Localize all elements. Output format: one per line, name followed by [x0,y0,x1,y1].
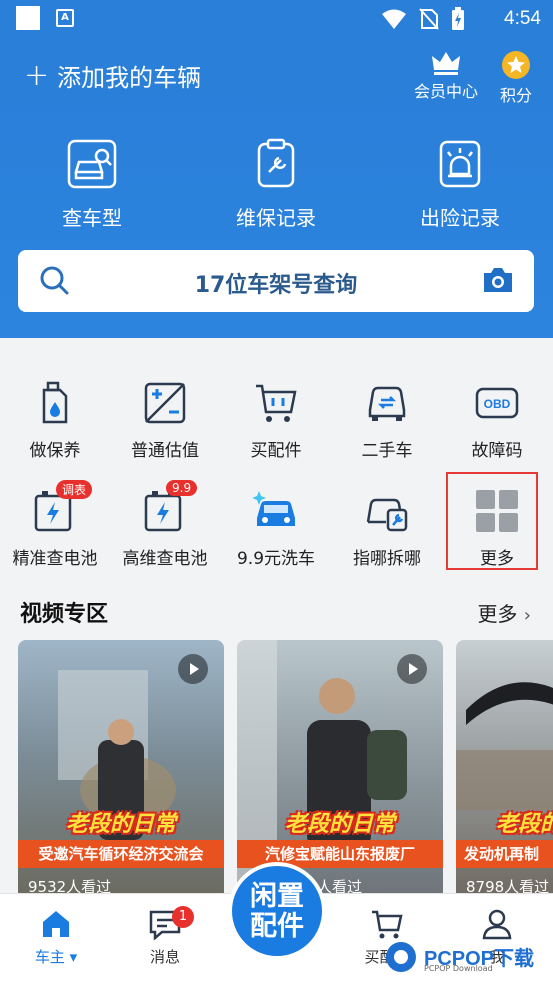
add-car-label: 添加我的车辆 [57,64,202,92]
grid-label: 普通估值 [131,441,199,461]
grid-label: 故障码 [471,441,523,461]
video-more-link[interactable]: 更多 › [477,598,531,627]
oil-can-icon [42,381,68,424]
grid-item-car-wash[interactable]: 9.9元洗车 [221,488,331,569]
obd-icon: OBD [475,387,519,419]
star-coin-icon [502,51,530,79]
play-icon [178,654,208,684]
grid-label: 高维查电池 [122,549,208,569]
grid-item-buy-parts[interactable]: 买配件 [221,380,331,461]
battery-icon-wrap: 9.9 [142,480,198,534]
video-subtitle: 发动机再制 [456,840,553,868]
obd-icon-text: OBD [484,397,511,411]
car-wash-icon [253,491,295,526]
add-car-button[interactable]: + 添加我的车辆 [24,58,201,93]
grid-item-disassembly[interactable]: 指哪拆哪 [332,488,442,569]
grid-item-fault-code[interactable]: OBD 故障码 [442,380,552,461]
grid-label: 二手车 [361,441,413,461]
video-section-title: 视频专区 [20,602,109,627]
points-button[interactable]: 积分 [500,50,532,106]
grid-item-valuation[interactable]: 普通估值 [110,380,220,461]
car-tool-icon [366,498,408,532]
accident-siren-icon [439,140,481,188]
wifi-icon [382,9,406,29]
idle-parts-button[interactable]: 闲置 配件 [228,862,326,960]
video-card[interactable]: 老段的日常 汽修宝赋能山东报废厂 人看过 [237,640,443,900]
video-overlay-title: 老段的日常 [284,812,395,837]
a-notification-icon: A [56,9,74,27]
used-car-icon [368,386,406,421]
vin-search-bar[interactable]: 17位车架号查询 [18,250,534,312]
grid-label: 做保养 [29,441,81,461]
check-car-model-label: 查车型 [62,206,122,230]
watermark: PCPOP下载 PCPOP Download [384,930,553,983]
video-overlay-title: 老段的日常 [65,812,176,837]
nav-home-label: 车主 ▾ [34,948,78,966]
nav-home[interactable]: 车主 ▾ [11,908,101,967]
chevron-right-icon: › [523,605,531,626]
grid-label: 买配件 [250,441,302,461]
more-highlight-box [446,472,538,570]
grid-item-used-car[interactable]: 二手车 [332,380,442,461]
grid-label: 9.9元洗车 [236,549,316,569]
video-more-label: 更多 [477,602,518,626]
badge-calibrate: 调表 [56,480,93,499]
video-subtitle: 受邀汽车循环经济交流会 [18,840,224,868]
maintenance-records-button[interactable]: 维保记录 [196,138,356,231]
member-center-label: 会员中心 [414,82,479,101]
play-icon [397,654,427,684]
nav-messages[interactable]: 1 消息 [120,906,210,967]
vin-search-text: 17位车架号查询 [194,273,358,298]
home-icon [43,911,69,937]
check-car-model-button[interactable]: 查车型 [12,138,172,231]
watermark-subtext: PCPOP Download [424,964,493,973]
video-card[interactable]: 老段的日常 受邀汽车循环经济交流会 9532人看过 [18,640,224,900]
service-grid: 做保养 普通估值 买配件 二手车 OBD 故障码 调表 精准查电池 9.9 高维… [0,338,553,578]
grid-item-battery-precise[interactable]: 调表 精准查电池 [0,480,110,569]
accident-records-button[interactable]: 出险记录 [380,138,540,231]
maintenance-clipboard-icon [257,138,295,188]
clock: 4:54 [504,8,541,29]
battery-charging-icon [452,7,464,30]
status-icons [381,6,465,32]
status-bar: A 4:54 [0,0,553,38]
notification-square-icon [16,6,40,30]
car-search-icon [67,139,117,189]
cart-icon [256,384,297,422]
points-label: 积分 [500,86,533,105]
maintenance-records-label: 维保记录 [236,206,316,230]
nav-messages-label: 消息 [149,948,180,966]
messages-badge: 1 [172,906,194,928]
grid-item-maintenance[interactable]: 做保养 [0,380,110,461]
grid-label: 精准查电池 [12,549,98,569]
camera-icon[interactable] [482,264,514,296]
badge-price: 9.9 [166,480,198,496]
valuation-icon [144,382,186,424]
battery-icon-wrap: 调表 [32,480,93,534]
idle-parts-line1: 闲置 [250,881,304,912]
grid-label: 指哪拆哪 [353,549,421,569]
accident-records-label: 出险记录 [420,206,500,230]
member-center-button[interactable]: 会员中心 [414,50,478,102]
crown-icon [432,52,460,75]
video-card[interactable]: 老段的日常 发动机再制 8798人看过 [456,640,553,900]
header-panel: + 添加我的车辆 会员中心 积分 查车型 维保记录 出险记录 17位车架号查询 [0,38,553,338]
no-sim-icon [419,8,439,30]
idle-parts-line2: 配件 [250,911,304,942]
plus-icon: + [24,57,50,93]
watermark-logo-icon [386,941,416,972]
grid-item-battery-hd[interactable]: 9.9 高维查电池 [110,480,220,569]
